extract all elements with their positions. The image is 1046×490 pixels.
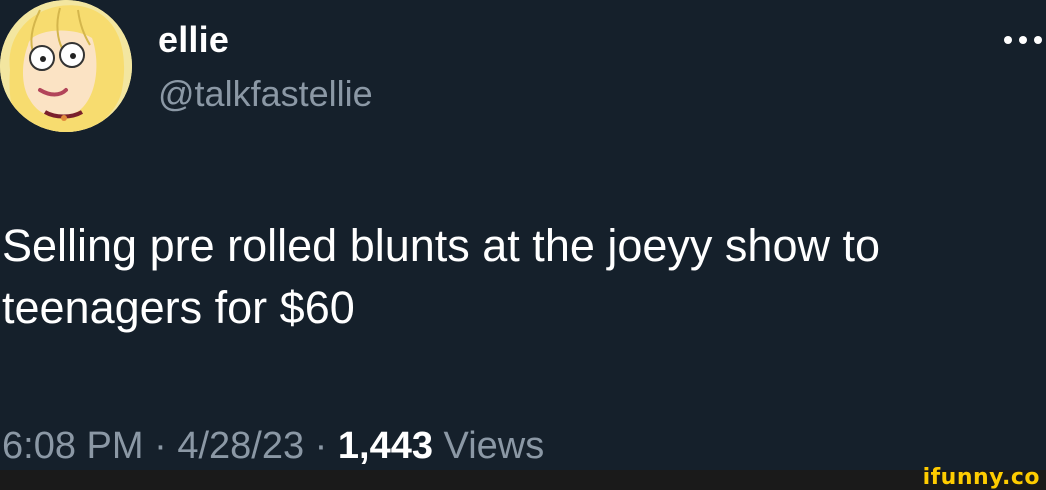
avatar-image bbox=[0, 0, 132, 132]
more-horizontal-icon bbox=[1004, 36, 1042, 44]
views-label: Views bbox=[443, 425, 545, 467]
watermark-bar bbox=[0, 470, 1046, 490]
views-count: 1,443 bbox=[337, 425, 433, 467]
tweet-date[interactable]: 4/28/23 bbox=[177, 425, 304, 467]
ifunny-watermark: ifunny.co bbox=[922, 465, 1040, 490]
tweet-metadata: 6:08 PM · 4/28/23 · 1,443 Views bbox=[2, 422, 544, 470]
more-options-button[interactable] bbox=[1000, 22, 1046, 58]
meta-separator: · bbox=[314, 425, 328, 467]
meta-separator: · bbox=[154, 425, 167, 467]
tweet-time[interactable]: 6:08 PM bbox=[2, 425, 144, 467]
tweet-card: ellie @talkfastellie Selling pre rolled … bbox=[0, 0, 1046, 470]
tweet-text: Selling pre rolled blunts at the joeyy s… bbox=[2, 220, 881, 333]
author-display-name[interactable]: ellie bbox=[158, 18, 229, 62]
avatar[interactable] bbox=[0, 0, 132, 132]
author-handle[interactable]: @talkfastellie bbox=[158, 72, 373, 116]
